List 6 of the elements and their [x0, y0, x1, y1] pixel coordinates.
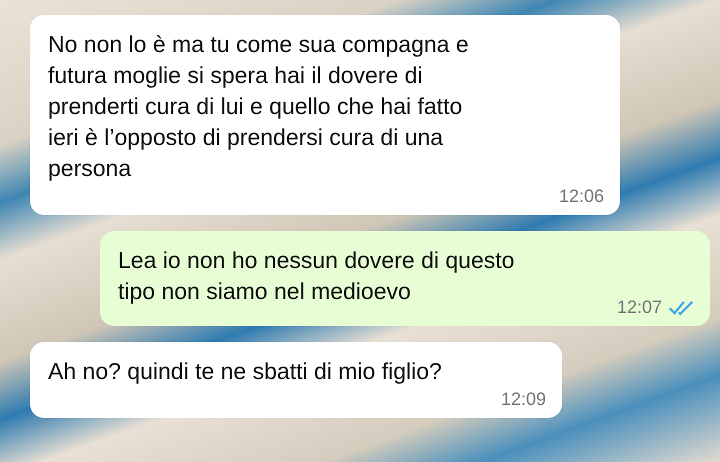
message-text: Ah no? quindi te ne sbatti di mio figlio? — [48, 357, 442, 386]
message-text: No non lo è ma tu come sua compagna e futura moglie si spera hai il dovere di prenderti cura di lui e quello che hai fatto ieri è l’opposto di prendersi cura di una persona — [48, 30, 469, 183]
message-time: 12:09 — [500, 389, 546, 410]
message-time: 12:07 — [616, 297, 662, 318]
message-time: 12:06 — [558, 186, 604, 207]
message-text: Lea io non ho nessun dovere di questo tipo non siamo nel medioevo — [118, 246, 514, 306]
